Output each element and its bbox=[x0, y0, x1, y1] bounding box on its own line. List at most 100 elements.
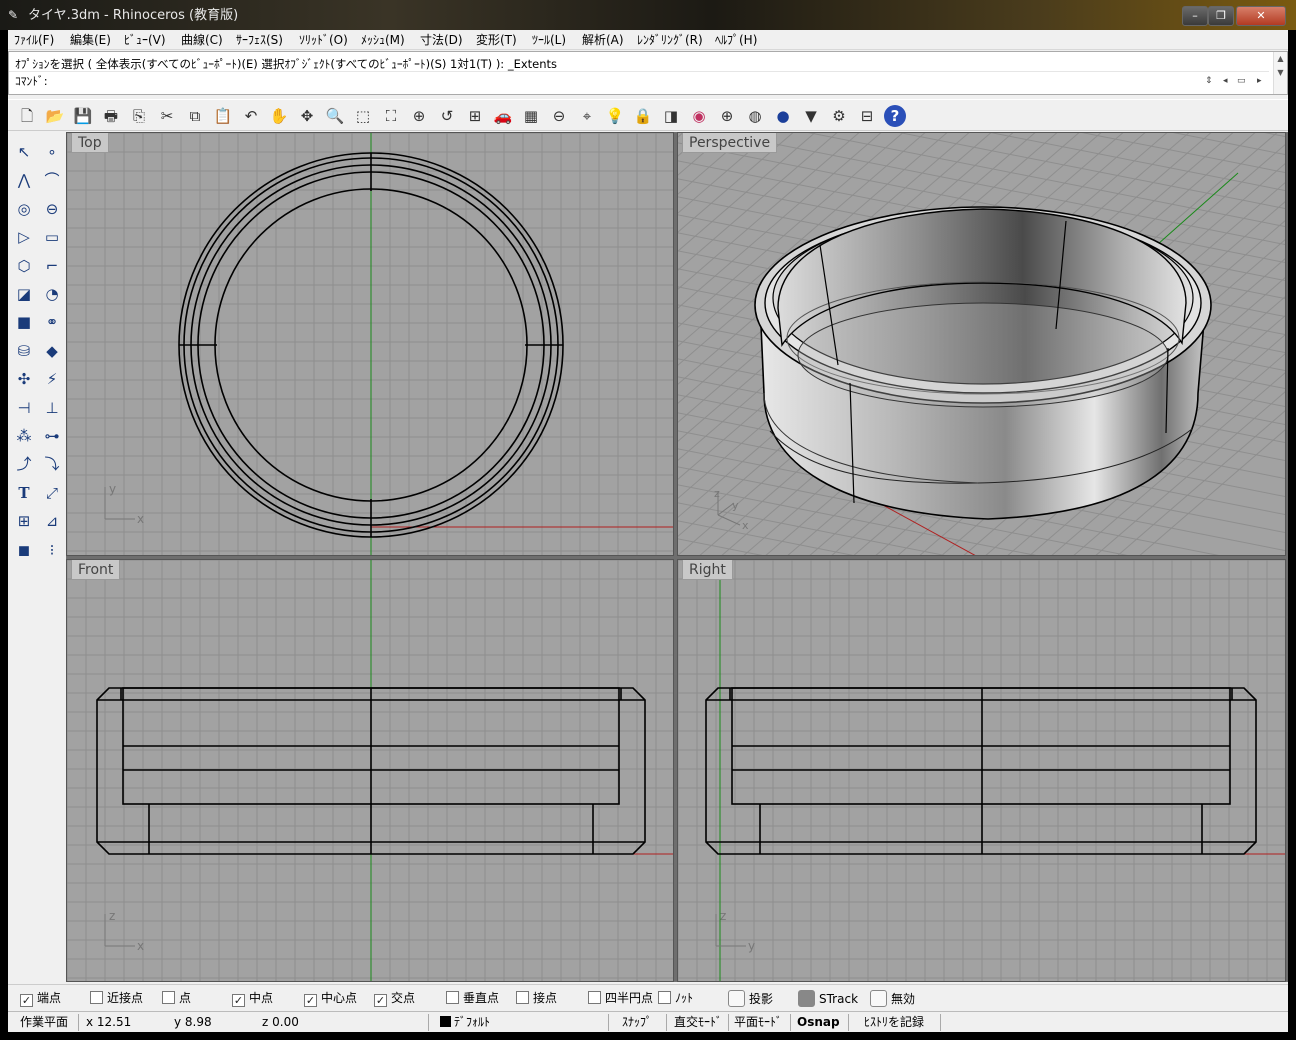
polyline-icon[interactable]: ⋀ bbox=[12, 168, 36, 192]
viewport-right[interactable]: z y Right bbox=[677, 559, 1286, 982]
toggle-strack-box[interactable] bbox=[798, 990, 815, 1007]
boolean-icon[interactable]: ⚭ bbox=[40, 310, 64, 334]
copy-icon[interactable]: ⧉ bbox=[184, 105, 206, 127]
polygon-icon[interactable]: ⬡ bbox=[12, 254, 36, 278]
wireframe-icon[interactable]: ⊕ bbox=[716, 105, 738, 127]
save-icon[interactable]: 💾 bbox=[72, 105, 94, 127]
dimension-icon[interactable]: ⊶ bbox=[40, 424, 64, 448]
viewport-label-perspective[interactable]: Perspective bbox=[682, 133, 778, 153]
osnap-tangent-checkbox[interactable] bbox=[516, 991, 529, 1004]
blend-icon[interactable]: ⤵ bbox=[40, 452, 64, 476]
render-solid-icon[interactable]: ◼ bbox=[12, 538, 36, 562]
osnap-near[interactable]: 近接点 bbox=[90, 990, 143, 1006]
scroll-left-icon[interactable]: ◂ bbox=[1223, 76, 1228, 86]
circle-icon[interactable]: ◎ bbox=[12, 197, 36, 221]
grid-icon[interactable]: ▦ bbox=[520, 105, 542, 127]
osnap-intersection-checkbox[interactable]: ✓ bbox=[374, 994, 387, 1007]
car-icon[interactable]: 🚗 bbox=[492, 105, 514, 127]
lock-icon[interactable]: 🔒 bbox=[632, 105, 654, 127]
command-scrollbar[interactable]: ▲ ▼ bbox=[1273, 52, 1287, 94]
menu-transform[interactable]: 変形(T) bbox=[474, 32, 519, 48]
group-icon[interactable]: ⁂ bbox=[12, 424, 36, 448]
toggle-disable[interactable]: 無効 bbox=[870, 990, 915, 1007]
spotlight-icon[interactable]: ▼ bbox=[800, 105, 822, 127]
scroll-thumb-icon[interactable]: ▭ bbox=[1237, 76, 1246, 86]
select-icon[interactable]: ↖ bbox=[12, 140, 36, 164]
status-history[interactable]: ﾋｽﾄﾘを記録 bbox=[864, 1015, 924, 1030]
open-file-icon[interactable]: 📂 bbox=[44, 105, 66, 127]
menu-analyze[interactable]: 解析(A) bbox=[580, 32, 626, 48]
close-button[interactable]: ✕ bbox=[1236, 6, 1286, 26]
menu-view[interactable]: ﾋﾞｭｰ(V) bbox=[122, 32, 168, 48]
toggle-project[interactable]: 投影 bbox=[728, 990, 773, 1007]
osnap-quad-checkbox[interactable] bbox=[588, 991, 601, 1004]
osnap-mid-checkbox[interactable]: ✓ bbox=[232, 994, 245, 1007]
cylinder-icon[interactable]: ⛁ bbox=[12, 339, 36, 363]
ellipse-icon[interactable]: ⊖ bbox=[40, 197, 64, 221]
properties-icon[interactable]: ⊟ bbox=[856, 105, 878, 127]
viewport-label-right[interactable]: Right bbox=[682, 560, 733, 580]
zoom-extents-icon[interactable]: ⛶ bbox=[380, 105, 402, 127]
trim-icon[interactable]: ⊣ bbox=[12, 396, 36, 420]
maximize-button[interactable]: ❐ bbox=[1208, 6, 1234, 26]
osnap-perpendicular[interactable]: 垂直点 bbox=[446, 990, 499, 1006]
osnap-tangent[interactable]: 接点 bbox=[516, 990, 557, 1006]
mesh-icon[interactable]: ⁝ bbox=[40, 538, 64, 562]
curve-icon[interactable]: ⌒ bbox=[40, 168, 64, 192]
analyze-icon[interactable]: ⊿ bbox=[40, 509, 64, 533]
zoom-icon[interactable]: 🔍 bbox=[324, 105, 346, 127]
explode-icon[interactable]: ⚡ bbox=[40, 367, 64, 391]
osnap-point-checkbox[interactable] bbox=[162, 991, 175, 1004]
scroll-right-icon[interactable]: ▸ bbox=[1257, 76, 1262, 86]
menu-edit[interactable]: 編集(E) bbox=[68, 32, 113, 48]
import-icon[interactable]: ⎘ bbox=[128, 105, 150, 127]
point-icon[interactable]: ∘ bbox=[40, 140, 64, 164]
light-icon[interactable]: 💡 bbox=[604, 105, 626, 127]
osnap-intersection[interactable]: ✓ 交点 bbox=[374, 990, 415, 1007]
rhino-app-icon[interactable]: ✎ bbox=[8, 8, 24, 22]
viewport-top[interactable]: y x Top bbox=[66, 132, 674, 556]
spin-arrows-icon[interactable]: ⇕ bbox=[1205, 76, 1213, 86]
shaded-icon[interactable]: ◍ bbox=[744, 105, 766, 127]
viewport-label-top[interactable]: Top bbox=[71, 133, 109, 153]
menu-solid[interactable]: ｿﾘｯﾄﾞ(O) bbox=[297, 32, 350, 48]
surface-edit-icon[interactable]: ◔ bbox=[40, 282, 64, 306]
box-icon[interactable]: ■ bbox=[12, 310, 36, 334]
osnap-icon[interactable]: ⌖ bbox=[576, 105, 598, 127]
osnap-point[interactable]: 点 bbox=[162, 990, 191, 1006]
viewport-label-front[interactable]: Front bbox=[71, 560, 121, 580]
transform-icon[interactable]: ⤢ bbox=[40, 481, 64, 505]
rectangle-icon[interactable]: ▭ bbox=[40, 225, 64, 249]
four-viewports-icon[interactable]: ⊞ bbox=[464, 105, 486, 127]
viewport-perspective[interactable]: z y x Perspective bbox=[677, 132, 1286, 556]
toggle-project-box[interactable] bbox=[728, 990, 745, 1007]
viewport-front[interactable]: z x Front bbox=[66, 559, 674, 982]
status-ortho[interactable]: 直交ﾓｰﾄﾞ bbox=[674, 1015, 722, 1030]
menu-help[interactable]: ﾍﾙﾌﾟ(H) bbox=[713, 32, 759, 48]
osnap-near-checkbox[interactable] bbox=[90, 991, 103, 1004]
menu-surface[interactable]: ｻｰﾌｪｽ(S) bbox=[234, 32, 285, 48]
zoom-window-icon[interactable]: ⬚ bbox=[352, 105, 374, 127]
text-icon[interactable]: T bbox=[12, 481, 36, 505]
osnap-center-checkbox[interactable]: ✓ bbox=[304, 994, 317, 1007]
cut-icon[interactable]: ✂ bbox=[156, 105, 178, 127]
new-file-icon[interactable]: 🗋 bbox=[16, 105, 38, 127]
osnap-perpendicular-checkbox[interactable] bbox=[446, 991, 459, 1004]
osnap-end-checkbox[interactable]: ✓ bbox=[20, 994, 33, 1007]
help-icon[interactable]: ? bbox=[884, 105, 906, 127]
osnap-knot[interactable]: ﾉｯﾄ bbox=[658, 990, 693, 1006]
surface-icon[interactable]: ◪ bbox=[12, 282, 36, 306]
minimize-button[interactable]: – bbox=[1182, 6, 1208, 26]
color-icon[interactable]: ◉ bbox=[688, 105, 710, 127]
split-icon[interactable]: ⊥ bbox=[40, 396, 64, 420]
pan-icon[interactable]: ✋ bbox=[268, 105, 290, 127]
gear-icon[interactable]: ✣ bbox=[12, 367, 36, 391]
menu-file[interactable]: ﾌｧｲﾙ(F) bbox=[12, 32, 56, 48]
command-prompt[interactable]: ｺﾏﾝﾄﾞ: bbox=[15, 73, 48, 89]
cplane-icon[interactable]: ⊖ bbox=[548, 105, 570, 127]
status-cplane[interactable]: 作業平面 bbox=[20, 1015, 68, 1030]
menu-dimension[interactable]: 寸法(D) bbox=[418, 32, 465, 48]
menu-render[interactable]: ﾚﾝﾀﾞﾘﾝｸﾞ(R) bbox=[635, 32, 705, 48]
fillet-icon[interactable]: ⌐ bbox=[40, 254, 64, 278]
rotate-view-icon[interactable]: ✥ bbox=[296, 105, 318, 127]
